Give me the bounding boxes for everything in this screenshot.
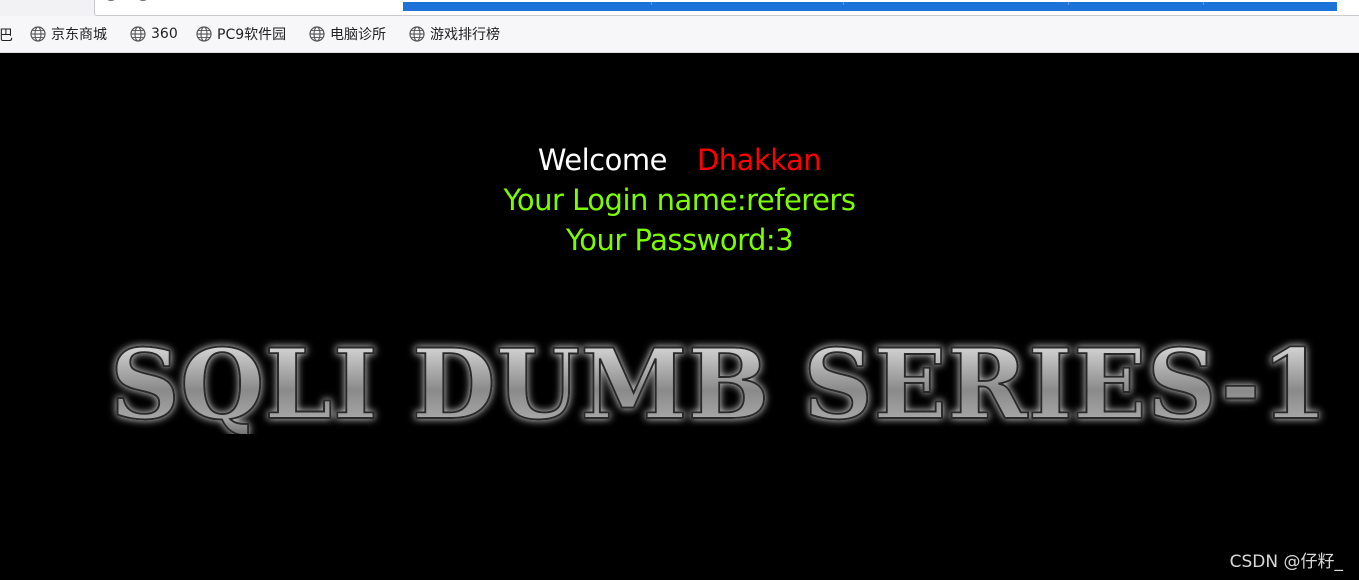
bookmark-pc9[interactable]: PC9软件园: [196, 24, 286, 44]
bookmark-label: 电脑诊所: [330, 27, 386, 43]
welcome-label: Welcome: [537, 143, 668, 177]
csdn-watermark: CSDN @仔籽_: [1229, 552, 1343, 572]
sqli-dumb-series-banner: SQLI DUMB SERIES-1: [109, 338, 1329, 434]
welcome-line: Welcome Dhakkan: [0, 140, 1359, 180]
password-line: Your Password:3: [565, 223, 794, 257]
globe-icon: [409, 26, 425, 42]
bookmark-item-cut[interactable]: 巴: [0, 25, 13, 45]
welcome-name: Dhakkan: [696, 143, 822, 177]
address-bar[interactable]: [94, 0, 1359, 16]
browser-top-strip: [0, 0, 1359, 16]
bookmarks-bar: 巴 京东商城 360 PC9软件园 电脑诊所 游戏排行榜: [0, 16, 1359, 53]
reload-icon[interactable]: [107, 0, 115, 1]
bookmark-jd[interactable]: 京东商城: [30, 24, 107, 44]
banner-text: SQLI DUMB SERIES-1: [110, 338, 1328, 434]
bookmark-label: 360: [151, 26, 178, 42]
login-name-line: Your Login name:referers: [503, 183, 856, 217]
bookmark-360[interactable]: 360: [130, 24, 178, 44]
globe-icon: [130, 26, 146, 42]
page-icon: [139, 0, 147, 1]
bookmark-label: 京东商城: [51, 27, 107, 43]
bookmark-label: 游戏排行榜: [430, 27, 500, 43]
bookmark-label: PC9软件园: [217, 27, 287, 43]
page-content: Welcome Dhakkan Your Login name:referers …: [0, 53, 1359, 580]
globe-icon: [309, 26, 325, 42]
globe-icon: [196, 26, 212, 42]
url-selection: [403, 2, 1337, 11]
bookmark-games[interactable]: 游戏排行榜: [409, 24, 500, 44]
globe-icon: [30, 26, 46, 42]
bookmark-clinic[interactable]: 电脑诊所: [309, 24, 386, 44]
